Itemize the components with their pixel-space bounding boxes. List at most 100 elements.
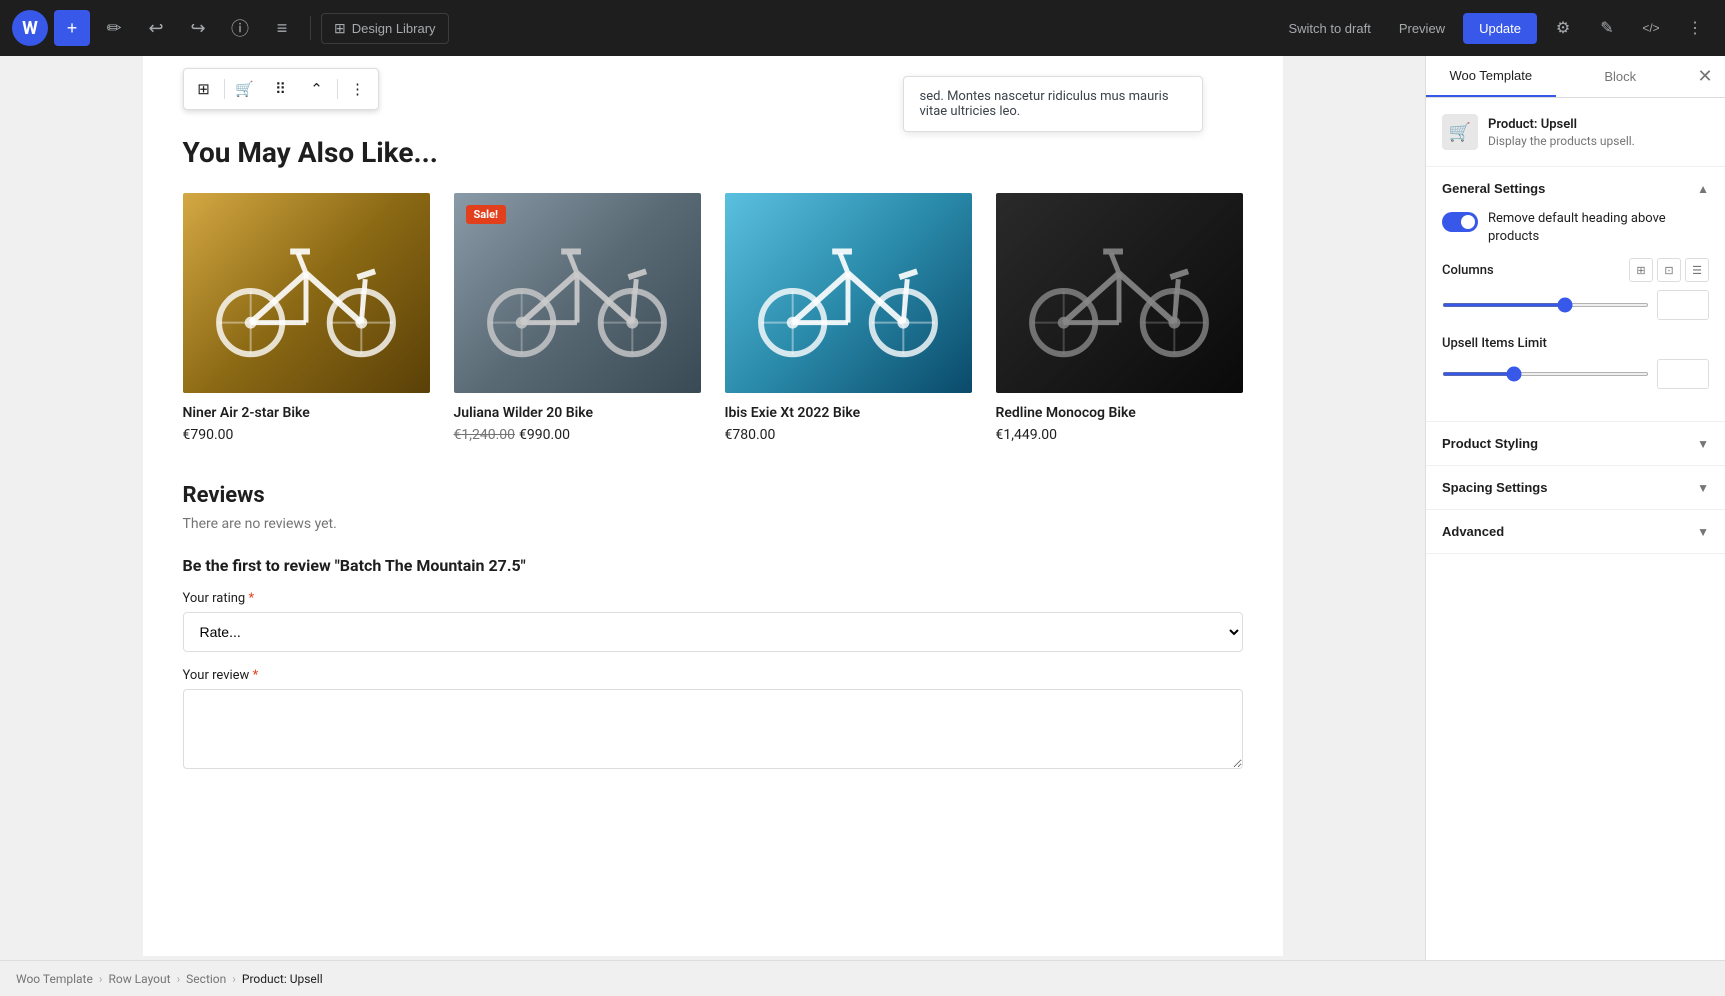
advanced-label: Advanced [1442,524,1504,539]
product-card: Sale! [454,193,701,443]
product-card: Redline Monocog Bike €1,449.00 [996,193,1243,443]
toolbar-right: Switch to draft Preview Update ⚙ ✎ </> ⋮ [1278,10,1713,46]
add-block-button[interactable]: + [54,10,90,46]
product-image [725,193,972,393]
more-options-button[interactable]: ⋮ [1677,10,1713,46]
redo-button[interactable]: ↪ [180,10,216,46]
canvas-content: ⊞ 🛒 ⠿ ⌃ ⋮ sed. Montes nascetur ridiculus… [143,56,1283,956]
product-upsell-title: Product: Upsell [1488,117,1635,132]
rating-select[interactable]: Rate... ★ (Poor) ★★ (Fair) ★★★ (Average)… [183,612,1243,652]
spacing-settings-section: Spacing Settings ▼ [1426,466,1725,510]
product-price: €790.00 [183,427,430,443]
product-upsell-icon: 🛒 [1442,114,1478,150]
old-price: €1,240.00 [454,427,516,443]
general-settings-section: General Settings ▲ Remove default headin… [1426,167,1725,422]
undo-button[interactable]: ↩ [138,10,174,46]
breadcrumb-bar: Woo Template › Row Layout › Section › Pr… [0,960,1725,996]
product-card: Niner Air 2-star Bike €790.00 [183,193,430,443]
cart-icon-button[interactable]: 🛒 [229,73,261,105]
product-upsell-header: 🛒 Product: Upsell Display the products u… [1426,98,1725,167]
tooltip-text: sed. Montes nascetur ridiculus mus mauri… [920,89,1169,119]
tab-woo-template[interactable]: Woo Template [1426,56,1556,97]
breadcrumb-section[interactable]: Section [186,972,226,986]
upsell-limit-spinner: ▲ ▼ [1657,359,1709,389]
spacing-settings-header[interactable]: Spacing Settings ▼ [1426,466,1725,509]
product-name: Niner Air 2-star Bike [183,405,430,421]
reviews-section: Reviews There are no reviews yet. Be the… [183,483,1243,773]
product-card: Ibis Exie Xt 2022 Bike €780.00 [725,193,972,443]
list-view-button[interactable]: ≡ [264,10,300,46]
right-panel: Woo Template Block ✕ 🛒 Product: Upsell D… [1425,56,1725,960]
columns-tablet-icon[interactable]: ⊡ [1657,258,1681,282]
panel-tabs: Woo Template Block ✕ [1426,56,1725,98]
main-toolbar: W + ✏ ↩ ↪ ⓘ ≡ ⊞ Design Library Switch to… [0,0,1725,56]
block-toolbar-divider [224,79,225,99]
tools-button[interactable]: ✏ [96,10,132,46]
review-textarea[interactable] [183,689,1243,769]
upsell-limit-label: Upsell Items Limit [1442,336,1547,351]
upsell-limit-slider-row: ▲ ▼ [1442,359,1709,389]
review-form-heading: Be the first to review "Batch The Mounta… [183,556,1243,575]
general-settings-chevron: ▲ [1697,182,1709,196]
breadcrumb-woo-template[interactable]: Woo Template [16,972,93,986]
rating-label: Your rating * [183,591,1243,606]
columns-slider-row: ▲ ▼ [1442,290,1709,320]
general-settings-content: Remove default heading above products Co… [1426,210,1725,421]
breadcrumb-sep-1: › [99,972,103,986]
columns-desktop-icon[interactable]: ⊞ [1629,258,1653,282]
bike-svg [478,213,676,373]
columns-mobile-icon[interactable]: ☰ [1685,258,1709,282]
general-settings-header[interactable]: General Settings ▲ [1426,167,1725,210]
info-button[interactable]: ⓘ [222,10,258,46]
columns-value-input[interactable] [1658,291,1709,319]
product-price: €1,240.00€990.00 [454,427,701,443]
breadcrumb-current: Product: Upsell [242,972,323,986]
settings-button[interactable]: ⚙ [1545,10,1581,46]
design-library-button[interactable]: ⊞ Design Library [321,13,449,44]
bike-svg [749,213,947,373]
drag-handle[interactable]: ⠿ [265,73,297,105]
breadcrumb-row-layout[interactable]: Row Layout [108,972,170,986]
code-icon: </> [1642,21,1659,35]
toolbar-divider [310,16,311,40]
switch-draft-button[interactable]: Switch to draft [1278,15,1380,42]
code-button[interactable]: </> [1633,10,1669,46]
upsell-limit-slider[interactable] [1442,372,1649,376]
product-styling-section: Product Styling ▼ [1426,422,1725,466]
main-area: ⊞ 🛒 ⠿ ⌃ ⋮ sed. Montes nascetur ridiculus… [0,56,1725,960]
product-styling-header[interactable]: Product Styling ▼ [1426,422,1725,465]
columns-icons: ⊞ ⊡ ☰ [1629,258,1709,282]
upsell-limit-value-input[interactable] [1658,360,1709,388]
upsell-limit-label-row: Upsell Items Limit [1442,336,1709,351]
product-image [996,193,1243,393]
advanced-section: Advanced ▼ [1426,510,1725,554]
edit-button[interactable]: ✎ [1589,10,1625,46]
product-price: €1,449.00 [996,427,1243,443]
sale-badge: Sale! [466,205,507,224]
columns-spinner: ▲ ▼ [1657,290,1709,320]
block-more-options[interactable]: ⋮ [342,73,374,105]
move-up-button[interactable]: ⌃ [301,73,333,105]
general-settings-label: General Settings [1442,181,1545,196]
wp-logo[interactable]: W [12,10,48,46]
toggle-label: Remove default heading above products [1488,210,1709,246]
block-type-button[interactable]: ⊞ [188,73,220,105]
columns-label-row: Columns ⊞ ⊡ ☰ [1442,258,1709,282]
product-price: €780.00 [725,427,972,443]
tooltip-box: sed. Montes nascetur ridiculus mus mauri… [903,76,1203,132]
panel-close-button[interactable]: ✕ [1685,56,1725,96]
tab-block[interactable]: Block [1556,56,1686,97]
advanced-header[interactable]: Advanced ▼ [1426,510,1725,553]
preview-button[interactable]: Preview [1389,15,1455,42]
spacing-settings-chevron: ▼ [1697,481,1709,495]
columns-slider[interactable] [1442,303,1649,307]
product-name: Redline Monocog Bike [996,405,1243,421]
design-library-label: Design Library [352,21,436,36]
toggle-slider [1442,212,1478,232]
update-button[interactable]: Update [1463,13,1537,44]
no-reviews-text: There are no reviews yet. [183,516,1243,532]
product-name: Juliana Wilder 20 Bike [454,405,701,421]
review-label: Your review * [183,668,1243,683]
remove-heading-toggle[interactable] [1442,212,1478,232]
toggle-row: Remove default heading above products [1442,210,1709,246]
